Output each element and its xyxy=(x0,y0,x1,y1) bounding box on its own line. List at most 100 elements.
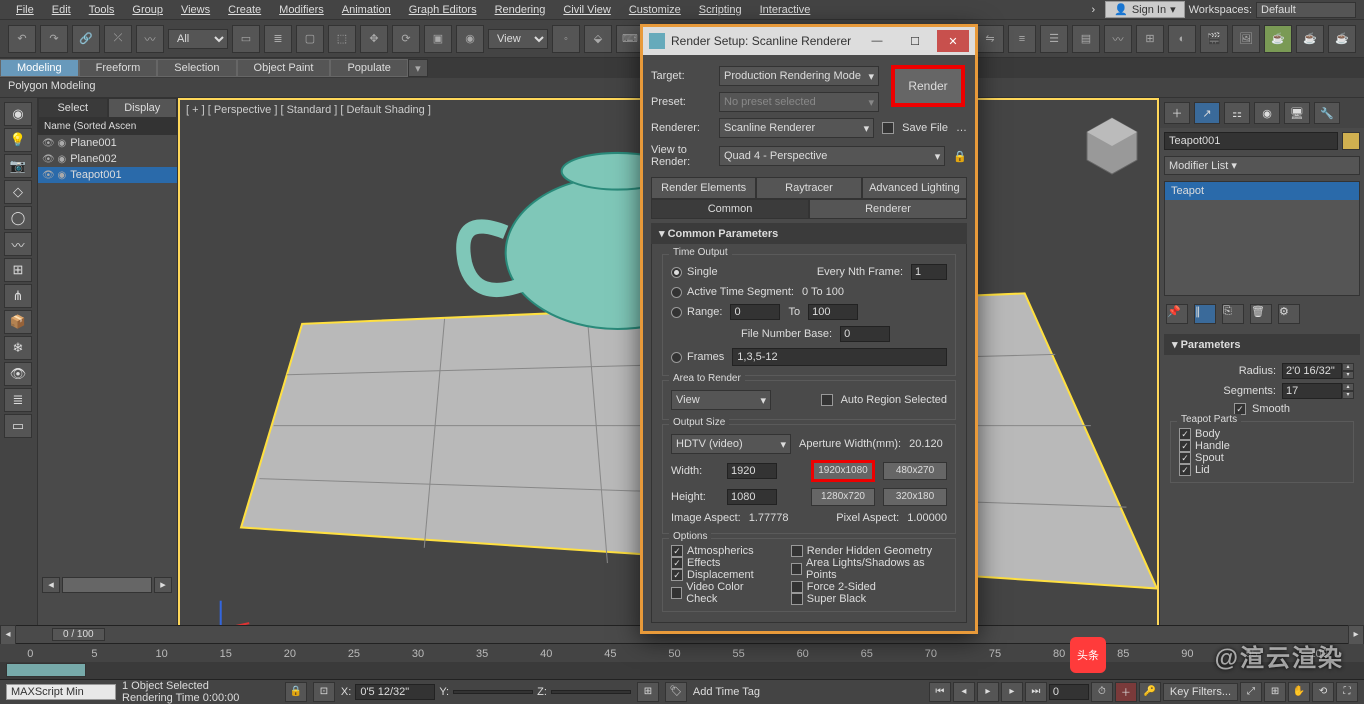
select-object-button[interactable]: ▭ xyxy=(232,25,260,53)
range-to-spinner[interactable] xyxy=(808,304,858,320)
menu-tools[interactable]: Tools xyxy=(81,2,123,18)
timeslider-left-icon[interactable]: ◂ xyxy=(0,625,16,645)
scene-column-header[interactable]: Name (Sorted Ascen xyxy=(38,118,177,135)
undo-button[interactable]: ↶ xyxy=(8,25,36,53)
utilities-panel-icon[interactable]: 🔧 xyxy=(1314,102,1340,124)
bones-icon[interactable]: ⋔ xyxy=(4,284,32,308)
frozen-icon[interactable]: ❄ xyxy=(4,336,32,360)
stack-item-teapot[interactable]: Teapot xyxy=(1165,182,1359,200)
frames-radio[interactable]: Frames xyxy=(671,351,724,363)
shapes-icon[interactable]: ◯ xyxy=(4,206,32,230)
motion-panel-icon[interactable]: ◉ xyxy=(1254,102,1280,124)
z-field[interactable] xyxy=(551,690,631,694)
tab-raytracer[interactable]: Raytracer xyxy=(756,177,861,199)
minimize-button[interactable]: — xyxy=(861,30,893,52)
object-name-field[interactable] xyxy=(1164,132,1338,150)
timeline-ruler[interactable]: 0510152025303540455055606570758085909510… xyxy=(0,644,1364,662)
force-2sided-checkbox[interactable] xyxy=(791,581,803,593)
next-frame-icon[interactable]: ▸ xyxy=(1001,682,1023,702)
common-params-header[interactable]: ▾ Common Parameters xyxy=(651,223,967,244)
timeline-preview-thumb[interactable] xyxy=(6,663,86,677)
move-button[interactable]: ✥ xyxy=(360,25,388,53)
display-panel-icon[interactable]: 🖥 xyxy=(1284,102,1310,124)
customize-icon[interactable]: ≣ xyxy=(4,388,32,412)
auto-region-checkbox[interactable] xyxy=(821,394,833,406)
maximize-viewport-icon[interactable]: ⛶ xyxy=(1336,682,1358,702)
close-button[interactable]: ✕ xyxy=(937,30,969,52)
toggle-ribbon-button[interactable]: ▤ xyxy=(1072,25,1100,53)
atmospherics-checkbox[interactable]: ✓ xyxy=(671,545,683,557)
curve-editor-button[interactable]: 〰 xyxy=(1104,25,1132,53)
display-none-icon[interactable]: ▭ xyxy=(4,414,32,438)
tab-renderer[interactable]: Renderer xyxy=(809,199,967,219)
rotate-button[interactable]: ⟳ xyxy=(392,25,420,53)
visibility-icon[interactable]: 👁 ◉ xyxy=(42,138,66,149)
make-unique-icon[interactable]: ⎘ xyxy=(1222,304,1244,324)
cameras-icon[interactable]: 📷 xyxy=(4,154,32,178)
visibility-icon[interactable]: 👁 ◉ xyxy=(42,154,66,165)
maximize-button[interactable]: ☐ xyxy=(899,30,931,52)
every-nth-spinner[interactable] xyxy=(911,264,947,280)
lights-icon[interactable]: 💡 xyxy=(4,128,32,152)
output-preset-combo[interactable]: HDTV (video)▾ xyxy=(671,434,791,454)
scene-row-plane002[interactable]: 👁 ◉ Plane002 xyxy=(38,151,177,167)
create-panel-icon[interactable]: ＋ xyxy=(1164,102,1190,124)
menu-scripting[interactable]: Scripting xyxy=(691,2,750,18)
zoom-extents-icon[interactable]: ⤢ xyxy=(1240,682,1262,702)
scene-row-plane001[interactable]: 👁 ◉ Plane001 xyxy=(38,135,177,151)
render-button[interactable]: ☕ xyxy=(1264,25,1292,53)
bind-spacewarp-button[interactable]: 〰 xyxy=(136,25,164,53)
key-filters-button[interactable]: Key Filters... xyxy=(1163,683,1238,701)
prev-frame-icon[interactable]: ◂ xyxy=(953,682,975,702)
goto-start-icon[interactable]: ⏮ xyxy=(929,682,951,702)
menu-modifiers[interactable]: Modifiers xyxy=(271,2,332,18)
savefile-checkbox[interactable] xyxy=(882,122,894,134)
viewcube[interactable] xyxy=(1077,110,1147,180)
pan-icon[interactable]: ✋ xyxy=(1288,682,1310,702)
timeslider-right-icon[interactable]: ▸ xyxy=(1348,625,1364,645)
savefile-browse-icon[interactable]: … xyxy=(956,122,967,134)
scale-button[interactable]: ▣ xyxy=(424,25,452,53)
grid-toggle-icon[interactable]: ⊞ xyxy=(637,682,659,702)
helpers-icon[interactable]: ◇ xyxy=(4,180,32,204)
tab-advancedlighting[interactable]: Advanced Lighting xyxy=(862,177,967,199)
menu-views[interactable]: Views xyxy=(173,2,218,18)
renderer-combo[interactable]: Scanline Renderer▾ xyxy=(719,118,874,138)
parameters-rollout-header[interactable]: ▾ Parameters xyxy=(1164,334,1360,355)
modifier-stack[interactable]: Teapot xyxy=(1164,181,1360,296)
refcoord-combo[interactable]: View xyxy=(488,29,548,49)
menu-customize[interactable]: Customize xyxy=(621,2,689,18)
unlink-button[interactable]: ⤫ xyxy=(104,25,132,53)
redo-button[interactable]: ↷ xyxy=(40,25,68,53)
pin-stack-icon[interactable]: 📌 xyxy=(1166,304,1188,324)
body-checkbox[interactable]: ✓ xyxy=(1179,428,1191,440)
play-icon[interactable]: ▸ xyxy=(977,682,999,702)
height-spinner[interactable] xyxy=(727,489,777,505)
time-config-icon[interactable]: ⏱ xyxy=(1091,682,1113,702)
hidden-icon[interactable]: 👁 xyxy=(4,362,32,386)
range-from-spinner[interactable] xyxy=(730,304,780,320)
maxscript-listener[interactable]: MAXScript Min xyxy=(6,684,116,700)
ribbon-tab-modeling[interactable]: Modeling xyxy=(0,59,79,77)
menu-animation[interactable]: Animation xyxy=(334,2,399,18)
menu-file[interactable]: File xyxy=(8,2,42,18)
object-color-swatch[interactable] xyxy=(1342,132,1360,150)
menu-edit[interactable]: Edit xyxy=(44,2,79,18)
video-color-check-checkbox[interactable] xyxy=(671,587,682,599)
modifier-list-combo[interactable]: Modifier List ▾ xyxy=(1164,156,1360,175)
render-button[interactable]: Render xyxy=(891,65,965,107)
mirror-button[interactable]: ⇋ xyxy=(976,25,1004,53)
current-frame-label[interactable]: 0 / 100 xyxy=(52,628,105,641)
window-crossing-button[interactable]: ⬚ xyxy=(328,25,356,53)
display-all-icon[interactable]: ◉ xyxy=(4,102,32,126)
area-lights-checkbox[interactable] xyxy=(791,563,802,575)
zoom-all-icon[interactable]: ⊞ xyxy=(1264,682,1286,702)
visibility-icon[interactable]: 👁 ◉ xyxy=(42,170,66,181)
menu-group[interactable]: Group xyxy=(124,2,171,18)
radius-spinner[interactable]: ▴▾ xyxy=(1282,363,1354,379)
super-black-checkbox[interactable] xyxy=(791,593,803,605)
signin-button[interactable]: 👤 Sign In ▾ xyxy=(1105,1,1184,18)
area-combo[interactable]: View▾ xyxy=(671,390,771,410)
selection-filter-combo[interactable]: All xyxy=(168,29,228,49)
single-radio[interactable]: Single xyxy=(671,266,718,278)
